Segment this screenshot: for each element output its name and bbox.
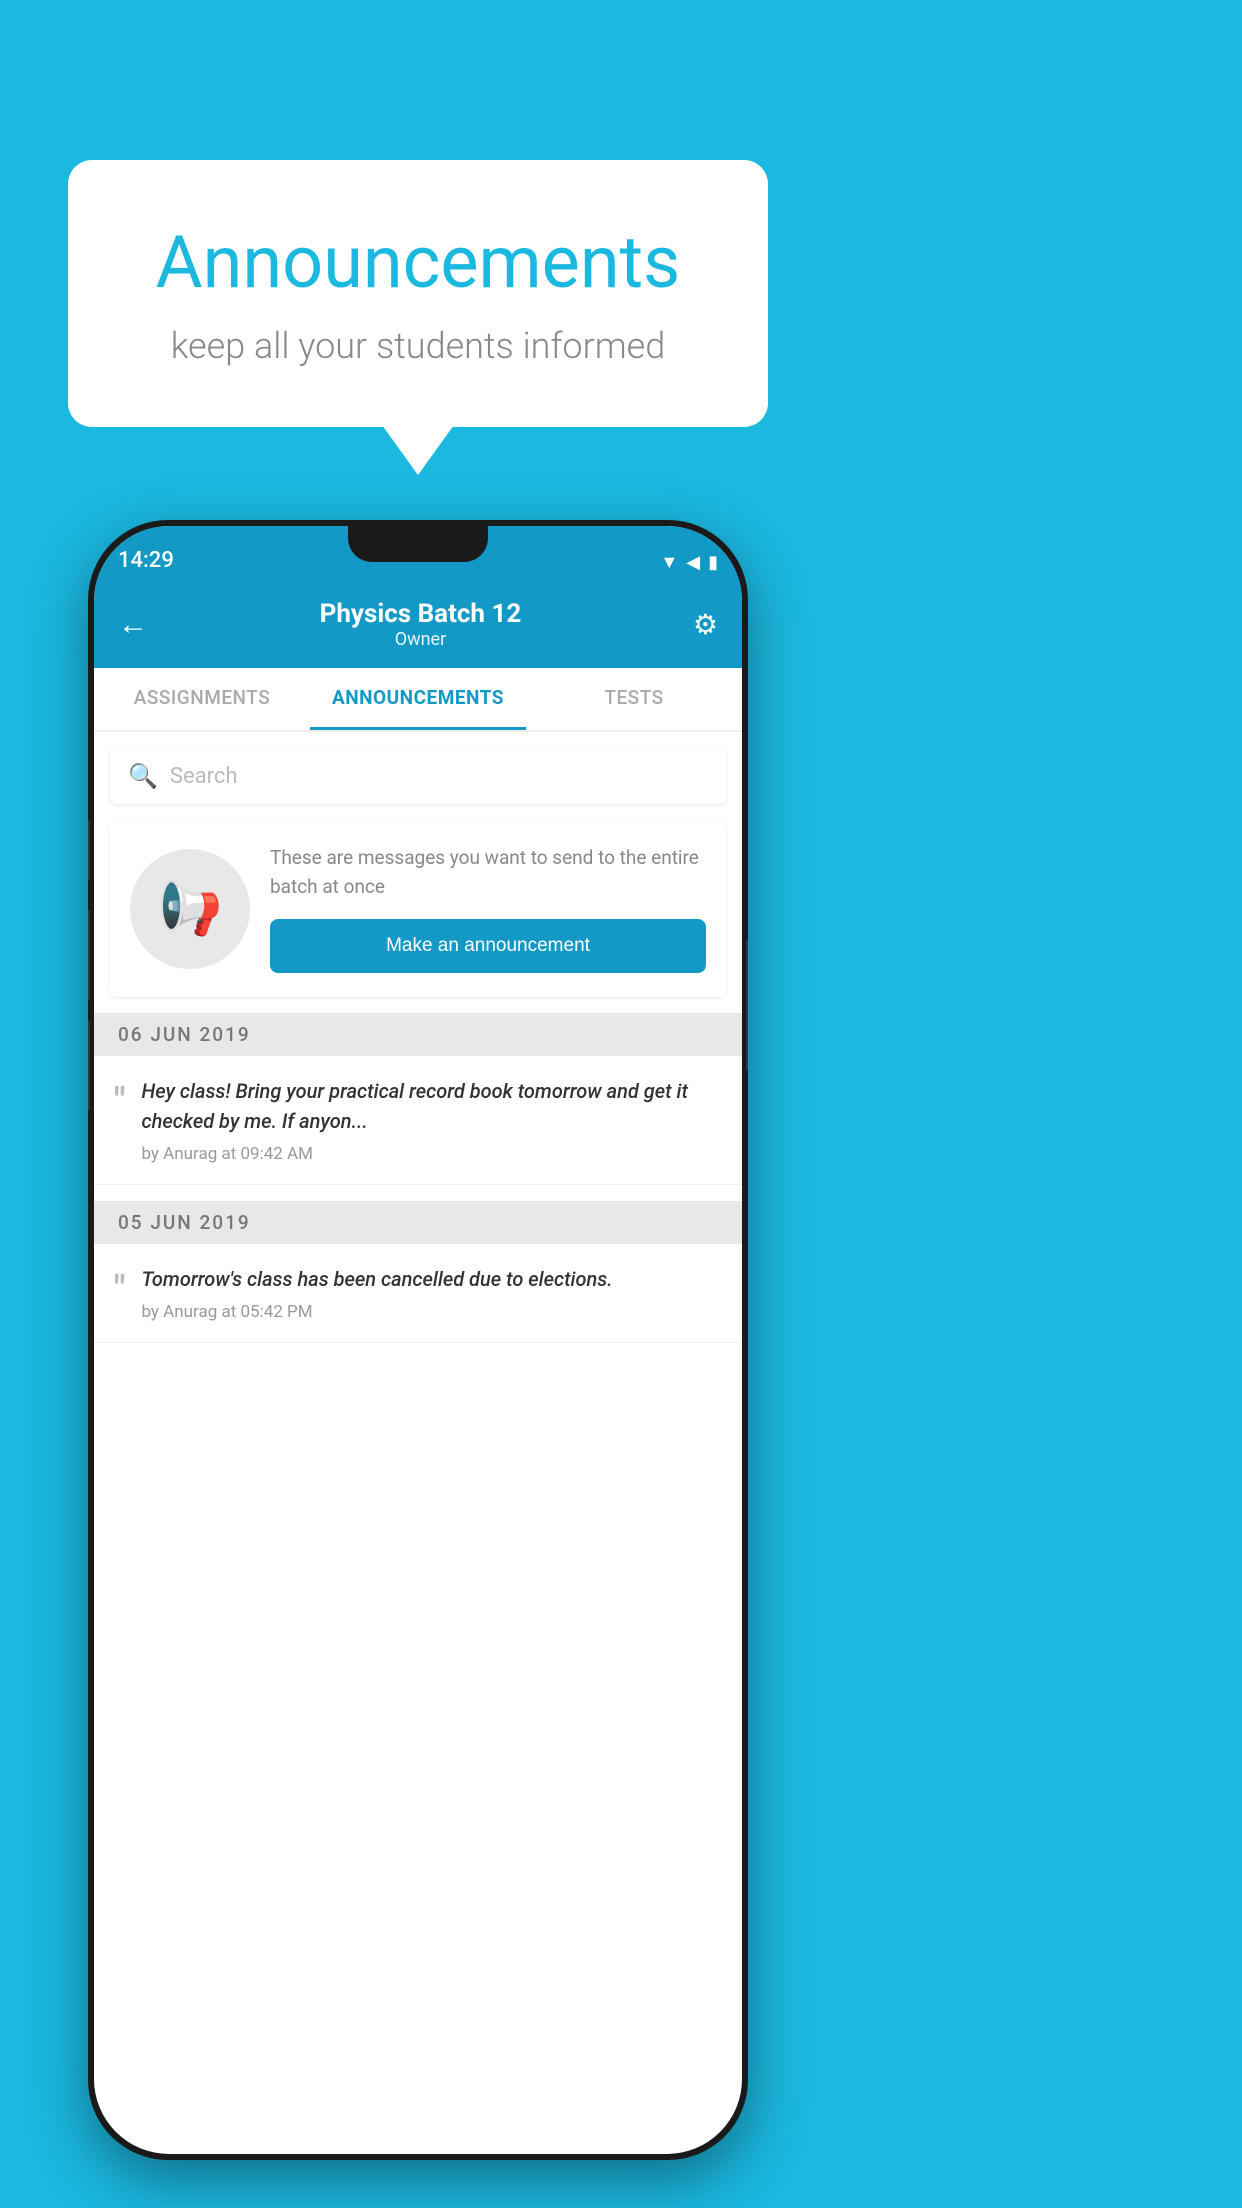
battery-icon: ▮ [708, 552, 718, 573]
announcement-author-1: by Anurag at 09:42 AM [141, 1144, 722, 1164]
tab-tests[interactable]: TESTS [526, 668, 742, 730]
search-icon: 🔍 [128, 762, 158, 790]
speech-bubble-subtitle: keep all your students informed [118, 325, 718, 367]
announcement-item-1[interactable]: " Hey class! Bring your practical record… [94, 1056, 742, 1185]
power-button [746, 940, 748, 1070]
date-separator-2: 05 JUN 2019 [94, 1201, 742, 1244]
quote-icon-1: " [114, 1080, 125, 1164]
header-title: Physics Batch 12 [148, 599, 693, 629]
wifi-icon: ▼ [660, 552, 678, 573]
announcement-author-2: by Anurag at 05:42 PM [141, 1302, 722, 1322]
speech-bubble: Announcements keep all your students inf… [68, 160, 768, 427]
make-announcement-button[interactable]: Make an announcement [270, 919, 706, 973]
announcement-description: These are messages you want to send to t… [270, 844, 706, 901]
notch [348, 526, 488, 562]
volume-up-button [88, 820, 90, 880]
announcement-item-2[interactable]: " Tomorrow's class has been cancelled du… [94, 1244, 742, 1343]
announcement-prompt-card: 📢 These are messages you want to send to… [110, 820, 726, 997]
speech-bubble-title: Announcements [118, 220, 718, 305]
tabs: ASSIGNMENTS ANNOUNCEMENTS TESTS [94, 668, 742, 732]
phone-frame: 14:29 ▼ ◀ ▮ ← Physics Batch 12 Owner ⚙ A… [88, 520, 748, 2160]
date-label-2: 05 JUN 2019 [118, 1211, 251, 1234]
status-icons: ▼ ◀ ▮ [660, 552, 718, 573]
tab-assignments[interactable]: ASSIGNMENTS [94, 668, 310, 730]
megaphone-icon: 📢 [158, 878, 223, 939]
settings-icon[interactable]: ⚙ [693, 608, 718, 641]
announcement-content-2: Tomorrow's class has been cancelled due … [141, 1264, 722, 1322]
announcement-text-2: Tomorrow's class has been cancelled due … [141, 1264, 722, 1294]
date-label-1: 06 JUN 2019 [118, 1023, 251, 1046]
date-separator-1: 06 JUN 2019 [94, 1013, 742, 1056]
speech-bubble-container: Announcements keep all your students inf… [68, 160, 768, 427]
announcement-text-1: Hey class! Bring your practical record b… [141, 1076, 722, 1136]
search-placeholder: Search [170, 764, 238, 789]
announcement-content-1: Hey class! Bring your practical record b… [141, 1076, 722, 1164]
app-header: ← Physics Batch 12 Owner ⚙ [94, 581, 742, 668]
search-bar[interactable]: 🔍 Search [110, 748, 726, 804]
announcement-right: These are messages you want to send to t… [270, 844, 706, 973]
megaphone-circle: 📢 [130, 849, 250, 969]
phone-inner: 14:29 ▼ ◀ ▮ ← Physics Batch 12 Owner ⚙ A… [94, 526, 742, 2154]
volume-down-button [88, 910, 90, 1000]
screen-content: 🔍 Search 📢 These are messages you want t… [94, 732, 742, 2154]
quote-icon-2: " [114, 1268, 125, 1322]
phone-screen: 14:29 ▼ ◀ ▮ ← Physics Batch 12 Owner ⚙ A… [94, 526, 742, 2154]
signal-icon: ◀ [686, 552, 700, 573]
header-subtitle: Owner [148, 629, 693, 650]
silent-button [88, 1020, 90, 1110]
back-button[interactable]: ← [118, 607, 148, 642]
status-time: 14:29 [118, 548, 174, 573]
header-title-group: Physics Batch 12 Owner [148, 599, 693, 650]
tab-announcements[interactable]: ANNOUNCEMENTS [310, 668, 526, 730]
